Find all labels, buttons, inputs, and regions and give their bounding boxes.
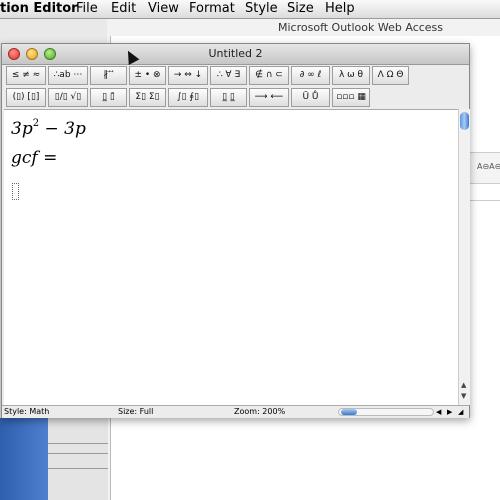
status-bar: Style: Math Size: Full Zoom: 200% ◀ ▶ ◢ bbox=[2, 405, 469, 418]
embellishments-palette-button[interactable]: ∦ ⃗ ⃗ bbox=[90, 66, 127, 85]
products-set-templates-button[interactable]: Ū Ů bbox=[291, 88, 330, 107]
background-window-title: Microsoft Outlook Web Access bbox=[278, 21, 444, 34]
symbol-palette-row: ≤ ≠ ≈ ∴ab ⋯ ∦ ⃗ ⃗ ± • ⊗ → ⇔ ↓ ∴ ∀ ∃ ∉ ∩ … bbox=[4, 65, 466, 86]
fence-templates-button[interactable]: (▯) [▯] bbox=[6, 88, 46, 107]
misc-symbols-palette-button[interactable]: ∂ ∞ ℓ bbox=[291, 66, 330, 85]
status-zoom[interactable]: Zoom: 200% bbox=[234, 406, 285, 418]
status-style[interactable]: Style: Math bbox=[4, 406, 49, 418]
subscript-superscript-templates-button[interactable]: ▯̲ ▯̄ bbox=[90, 88, 127, 107]
operators-palette-button[interactable]: ± • ⊗ bbox=[129, 66, 166, 85]
background-toolbar-icons: A⊖A⊖ bbox=[477, 162, 500, 171]
template-palette-row: (▯) [▯] ▯/▯ √▯ ▯̲ ▯̄ Σ▯ Σ▯ ∫▯ ∮▯ ▯̲ ▯̲ ⟶… bbox=[4, 87, 466, 108]
scroll-right-arrow-icon[interactable]: ▶ bbox=[447, 406, 452, 418]
scroll-left-arrow-icon[interactable]: ◀ bbox=[436, 406, 441, 418]
background-toolbar: A⊖A⊖ bbox=[468, 152, 500, 184]
menu-size[interactable]: Size bbox=[287, 1, 314, 16]
resize-grip-icon[interactable]: ◢ bbox=[458, 406, 463, 418]
logical-palette-button[interactable]: ∴ ∀ ∃ bbox=[210, 66, 247, 85]
greek-lowercase-palette-button[interactable]: λ ω θ bbox=[332, 66, 370, 85]
underbar-overbar-templates-button[interactable]: ▯̲ ▯̲ bbox=[210, 88, 247, 107]
status-size[interactable]: Size: Full bbox=[118, 406, 153, 418]
equation-term: − 3p bbox=[39, 119, 86, 139]
empty-slot-cursor[interactable] bbox=[12, 183, 19, 200]
menu-bar: tion Editor File Edit View Format Style … bbox=[0, 0, 500, 19]
menu-format[interactable]: Format bbox=[189, 1, 235, 16]
equation-term: 3p bbox=[11, 119, 33, 139]
equation-line-1: 3p2 − 3p bbox=[11, 118, 86, 139]
menu-style[interactable]: Style bbox=[245, 1, 278, 16]
spaces-ellipses-palette-button[interactable]: ∴ab ⋯ bbox=[48, 66, 88, 85]
menu-file[interactable]: File bbox=[76, 1, 98, 16]
scroll-down-arrow-icon[interactable]: ▼ bbox=[461, 392, 466, 400]
summation-templates-button[interactable]: Σ▯ Σ▯ bbox=[129, 88, 166, 107]
background-divider bbox=[468, 182, 500, 201]
equation-editor-window: Untitled 2 ≤ ≠ ≈ ∴ab ⋯ ∦ ⃗ ⃗ ± • ⊗ → ⇔ ↓… bbox=[1, 43, 470, 418]
title-bar[interactable]: Untitled 2 bbox=[2, 44, 469, 65]
equation-line-2: gcf = bbox=[11, 148, 58, 168]
arrows-palette-button[interactable]: → ⇔ ↓ bbox=[168, 66, 208, 85]
matrix-templates-button[interactable]: ▫▫▫ ▦ bbox=[332, 88, 370, 107]
vertical-scroll-thumb[interactable] bbox=[460, 112, 469, 130]
set-theory-palette-button[interactable]: ∉ ∩ ⊂ bbox=[249, 66, 289, 85]
desktop-background bbox=[0, 418, 48, 500]
greek-uppercase-palette-button[interactable]: Λ Ω Θ bbox=[372, 66, 409, 85]
horizontal-scrollbar[interactable] bbox=[338, 408, 434, 416]
relations-palette-button[interactable]: ≤ ≠ ≈ bbox=[6, 66, 46, 85]
window-title: Untitled 2 bbox=[208, 47, 263, 60]
menu-help[interactable]: Help bbox=[325, 1, 355, 16]
menu-edit[interactable]: Edit bbox=[111, 1, 136, 16]
app-menu[interactable]: tion Editor bbox=[0, 1, 78, 16]
menu-view[interactable]: View bbox=[148, 1, 179, 16]
background-lines bbox=[48, 418, 108, 500]
integral-templates-button[interactable]: ∫▯ ∮▯ bbox=[168, 88, 208, 107]
vertical-scrollbar[interactable]: ▲ ▼ bbox=[458, 109, 470, 405]
scroll-up-arrow-icon[interactable]: ▲ bbox=[461, 381, 466, 389]
horizontal-scroll-thumb[interactable] bbox=[341, 409, 357, 415]
equation-editing-area[interactable]: 3p2 − 3p gcf = bbox=[4, 109, 458, 406]
labeled-arrow-templates-button[interactable]: ⟶ ⟵ bbox=[249, 88, 289, 107]
fraction-radical-templates-button[interactable]: ▯/▯ √▯ bbox=[48, 88, 88, 107]
